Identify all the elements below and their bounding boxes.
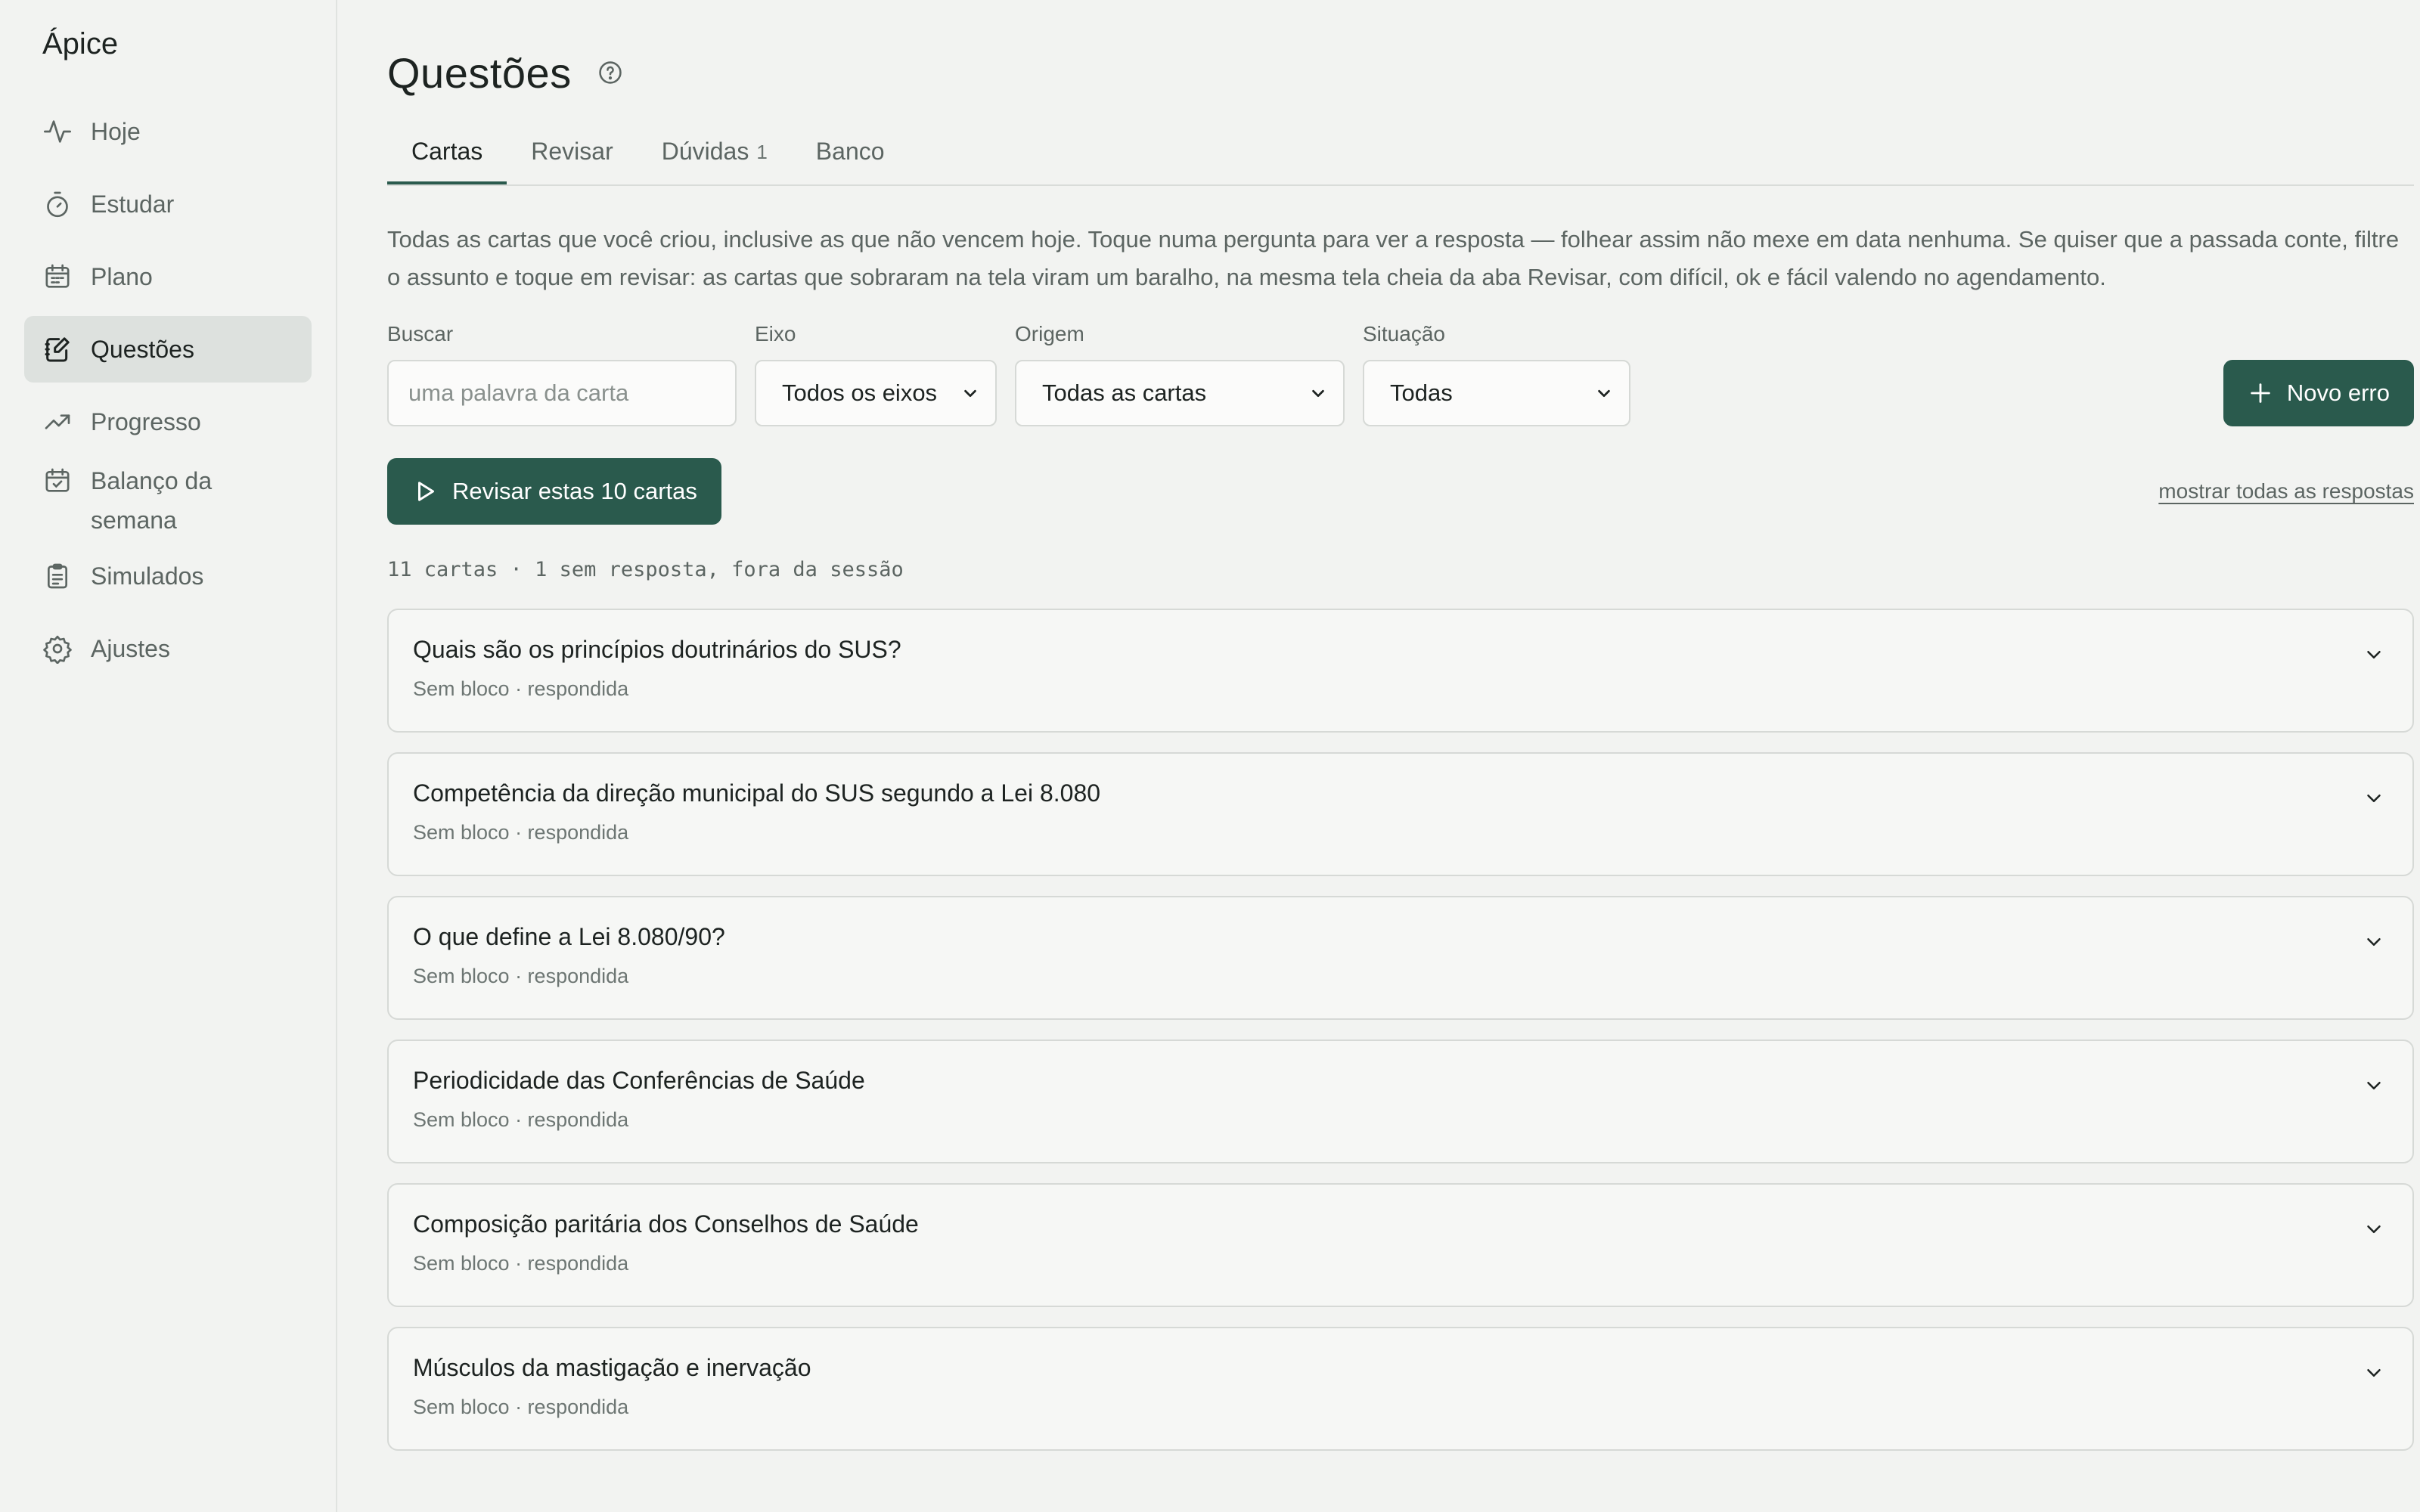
plus-icon [2251,383,2270,403]
sidebar-item-label: Simulados [91,562,204,590]
card-status: Sem bloco · respondida [413,1396,629,1418]
chevron-down-icon[interactable] [2363,1074,2385,1097]
tab-label: Cartas [411,138,483,165]
brand-logo[interactable]: Ápice [42,27,312,65]
tab-banco[interactable]: Banco [792,135,909,184]
title-row: Questões [387,44,2414,101]
activity-icon [42,116,73,147]
eixo-field: Eixo Todos os eixos [755,322,997,426]
show-all-answers-link[interactable]: mostrar todas as respostas [2158,479,2414,503]
card-question: Músculos da mastigação e inervação [413,1354,811,1381]
card-question: O que define a Lei 8.080/90? [413,923,725,950]
clipboard-icon [42,561,73,591]
calendar-check-icon [42,466,73,496]
card-question: Competência da direção municipal do SUS … [413,779,1101,807]
search-label: Buscar [387,322,454,345]
situacao-label: Situação [1363,322,1445,345]
chevron-down-icon [1310,385,1326,401]
list-item[interactable]: Quais são os princípios doutrinários do … [387,609,2414,733]
filter-bar: Buscar uma palavra da carta Eixo Todos o… [387,322,2414,426]
edit-note-icon [42,334,73,364]
calendar-icon [42,262,73,292]
eixo-select[interactable]: Todos os eixos [755,360,997,426]
sidebar-item-simulados[interactable]: Simulados [24,543,312,609]
situacao-select[interactable]: Todas [1363,360,1630,426]
eixo-select-value: Todos os eixos [782,380,938,406]
gear-icon [42,634,73,664]
timer-icon [42,189,73,219]
list-item[interactable]: O que define a Lei 8.080/90? Sem bloco ·… [387,896,2414,1020]
tab-cartas[interactable]: Cartas [387,135,507,184]
app-root: Ápice Hoje Estudar Plano Questões Progre… [0,0,2420,1512]
tab-revisar[interactable]: Revisar [507,135,637,184]
list-item[interactable]: Músculos da mastigação e inervação Sem b… [387,1327,2414,1451]
revisar-label: Revisar estas 10 cartas [452,478,697,504]
search-input[interactable]: uma palavra da carta [387,360,737,426]
revisar-cartas-button[interactable]: Revisar estas 10 cartas [387,458,721,525]
sidebar-item-label: Questões [91,335,194,363]
tab-label: Revisar [531,138,613,165]
sidebar-item-label: Ajustes [91,634,170,662]
page-description: Todas as cartas que você criou, inclusiv… [387,226,2400,290]
sidebar-item-progresso[interactable]: Progresso [24,389,312,455]
search-field: Buscar uma palavra da carta [387,322,737,426]
chevron-down-icon[interactable] [2363,1218,2385,1241]
card-question: Composição paritária dos Conselhos de Sa… [413,1210,919,1238]
main-content: Questões Cartas Revisar Dúvidas 1 Banco T… [337,0,2420,1512]
page-title: Questões [387,48,572,97]
card-question: Quais são os princípios doutrinários do … [413,636,901,663]
sidebar-item-label: Plano [91,262,153,290]
chevron-down-icon [1596,385,1612,401]
novo-erro-button[interactable]: Novo erro [2223,360,2414,426]
chevron-down-icon[interactable] [2363,643,2385,666]
origem-field: Origem Todas as cartas [1015,322,1345,426]
sidebar-nav: Hoje Estudar Plano Questões Progresso Ba… [24,98,312,682]
card-status: Sem bloco · respondida [413,1252,629,1275]
sidebar: Ápice Hoje Estudar Plano Questões Progre… [0,0,337,1512]
sidebar-item-ajustes[interactable]: Ajustes [24,615,312,682]
sidebar-item-balanco[interactable]: Balanço da semana [24,461,312,537]
tab-duvidas[interactable]: Dúvidas 1 [638,135,792,184]
situacao-select-value: Todas [1390,380,1453,406]
situacao-field: Situação Todas [1363,322,1630,426]
tab-label: Dúvidas [661,138,749,165]
card-status: Sem bloco · respondida [413,677,629,700]
sidebar-item-hoje[interactable]: Hoje [24,98,312,165]
trend-up-icon [42,407,73,437]
origem-label: Origem [1015,322,1084,345]
card-question: Periodicidade das Conferências de Saúde [413,1067,865,1094]
chevron-down-icon[interactable] [2363,931,2385,953]
sidebar-item-label: Progresso [91,407,201,435]
play-icon [418,482,434,501]
card-status: Sem bloco · respondida [413,821,629,844]
sidebar-item-label: Balanço da semana [91,467,213,534]
origem-select[interactable]: Todas as cartas [1015,360,1345,426]
help-circle-icon[interactable] [597,60,623,85]
sidebar-item-estudar[interactable]: Estudar [24,171,312,237]
chevron-down-icon [962,385,979,401]
novo-erro-label: Novo erro [2286,380,2390,406]
card-count-meta: 11 cartas · 1 sem resposta, fora da sess… [387,558,904,581]
chevron-down-icon[interactable] [2363,1362,2385,1384]
card-status: Sem bloco · respondida [413,965,629,987]
tab-label: Banco [815,138,885,165]
origem-select-value: Todas as cartas [1042,380,1207,406]
tab-count-badge: 1 [756,141,768,163]
eixo-label: Eixo [755,322,796,345]
tab-bar: Cartas Revisar Dúvidas 1 Banco [387,135,2414,186]
card-status: Sem bloco · respondida [413,1108,629,1131]
chevron-down-icon[interactable] [2363,787,2385,810]
sidebar-item-label: Hoje [91,117,141,145]
sidebar-item-questoes[interactable]: Questões [24,316,312,383]
list-item[interactable]: Composição paritária dos Conselhos de Sa… [387,1183,2414,1307]
card-list: Quais são os princípios doutrinários do … [387,609,2414,1451]
sidebar-item-plano[interactable]: Plano [24,243,312,310]
list-item[interactable]: Periodicidade das Conferências de Saúde … [387,1040,2414,1163]
list-item[interactable]: Competência da direção municipal do SUS … [387,752,2414,876]
action-row: Revisar estas 10 cartas mostrar todas as… [387,458,2414,525]
sidebar-item-label: Estudar [91,190,175,218]
